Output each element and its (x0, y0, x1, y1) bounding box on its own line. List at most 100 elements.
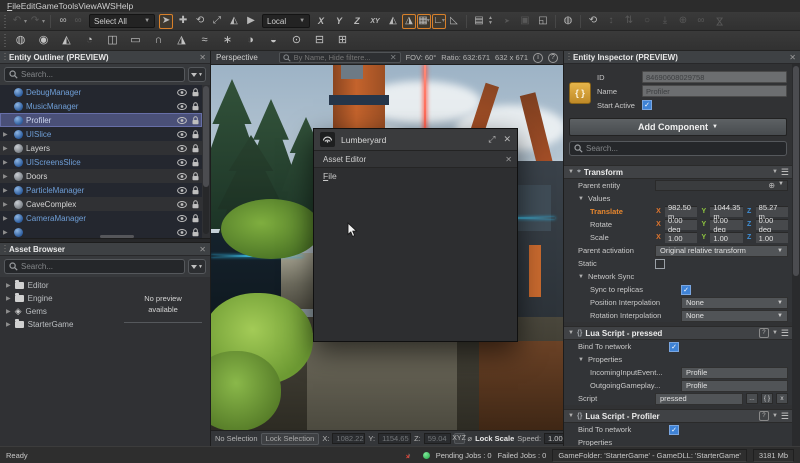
component-menu-icon[interactable]: ☰ (781, 167, 788, 178)
ruler-icon[interactable]: ◺ (447, 14, 461, 29)
panel-grip[interactable] (4, 245, 6, 254)
mannequin-editor-icon[interactable]: ◔ (81, 33, 98, 48)
entity-row[interactable]: ▶ Profiler (0, 113, 202, 127)
select-tool-icon[interactable]: ➤ (159, 14, 173, 29)
rotation-interpolation-dropdown[interactable]: None▼ (681, 310, 788, 322)
asset-filter-button[interactable]: ▼ (188, 259, 206, 274)
menu-item[interactable]: Game (35, 1, 58, 11)
visibility-eye-icon[interactable] (177, 131, 187, 138)
collapse-icon[interactable]: ▼ (568, 330, 574, 336)
expand-icon[interactable]: ▶ (3, 173, 8, 180)
picker-icon[interactable]: ⊕ (768, 181, 775, 190)
simulate-icon[interactable]: ⋈ (711, 14, 726, 28)
start-active-checkbox[interactable]: ✓ (642, 100, 652, 110)
drop-object-icon[interactable]: ⤓ (658, 14, 672, 29)
toolbar-grip[interactable] (4, 34, 6, 47)
lock-selection-button[interactable]: Lock Selection (261, 433, 320, 445)
asset-folder-row[interactable]: ▶ ◈ Engine (0, 292, 116, 305)
visibility-eye-icon[interactable] (177, 103, 187, 110)
entity-row[interactable]: ▶ Doors (0, 169, 202, 183)
constrain-y-icon[interactable]: Y (332, 14, 346, 29)
menu-item[interactable]: AWS (97, 1, 116, 11)
chevron-down-icon[interactable]: ▼ (772, 413, 778, 419)
outliner-vertical-scrollbar[interactable] (203, 86, 209, 234)
scale-y-field[interactable]: 1.00 (710, 232, 742, 243)
component-help-icon[interactable]: ? (759, 328, 769, 338)
lock-icon[interactable] (192, 200, 199, 209)
rotate-y-field[interactable]: 0.00 deg (710, 219, 742, 230)
bind-to-network-checkbox[interactable]: ✓ (669, 425, 679, 435)
select-all-dropdown[interactable]: Select All ▼ (89, 14, 155, 28)
constrain-xy-icon[interactable]: XY (368, 14, 382, 29)
expand-icon[interactable]: ▶ (3, 229, 8, 236)
sun-trajectory-icon[interactable]: ◒ (265, 33, 282, 48)
visibility-eye-icon[interactable] (177, 187, 187, 194)
lock-icon[interactable]: ⌀ (468, 434, 473, 443)
expand-icon[interactable]: ▶ (6, 282, 11, 289)
audio-muted-icon[interactable]: ♪ (407, 451, 417, 460)
save-snapshot-icon[interactable]: ▣ (518, 14, 532, 29)
collapse-icon[interactable]: ▼ (568, 413, 574, 419)
visibility-eye-icon[interactable] (177, 117, 187, 124)
panel-grip[interactable] (568, 53, 570, 62)
lock-icon[interactable] (192, 186, 199, 195)
snap-to-terrain-icon[interactable]: ◮ (402, 14, 416, 29)
substance-editor-icon[interactable]: ◉ (35, 33, 52, 48)
component-search-input[interactable] (569, 141, 787, 156)
close-icon[interactable]: ✕ (199, 53, 206, 62)
lock-icon[interactable] (192, 88, 199, 97)
select-terrain-icon[interactable]: ◭ (227, 14, 241, 29)
close-icon[interactable]: ✕ (505, 155, 512, 164)
visibility-eye-icon[interactable] (177, 201, 187, 208)
inspector-vertical-scrollbar[interactable] (792, 64, 800, 446)
outliner-search-input[interactable] (4, 67, 185, 82)
visibility-eye-icon[interactable] (177, 215, 187, 222)
y-coordinate-field[interactable]: 1154.65 (378, 433, 411, 444)
collapse-icon[interactable]: ▼ (568, 169, 574, 175)
asset-processor-status-icon[interactable] (423, 452, 430, 459)
entity-name-field[interactable]: Profiler (642, 85, 787, 97)
angle-snap-icon[interactable]: ∟▾ (432, 14, 446, 29)
entity-row[interactable]: ▶ CaveComplex (0, 197, 202, 211)
edit-script-button[interactable]: { } (761, 393, 773, 404)
lock-icon[interactable] (192, 172, 199, 181)
visibility-eye-icon[interactable] (177, 173, 187, 180)
parent-entity-field[interactable]: ⊕▼ (655, 180, 788, 191)
close-window-icon[interactable]: ✕ (503, 134, 511, 145)
component-help-icon[interactable]: ? (759, 411, 769, 421)
switch-to-game-icon[interactable]: ▶ (244, 14, 258, 29)
lock-icon[interactable] (192, 228, 199, 237)
window-title-bar[interactable]: Lumberyard ⤢ ✕ (314, 129, 517, 151)
expand-icon[interactable]: ▶ (6, 308, 11, 315)
expand-icon[interactable]: ▶ (3, 187, 8, 194)
x-coordinate-field[interactable]: 1082.22 (332, 433, 365, 444)
info-icon[interactable]: i (533, 53, 543, 63)
rotate-x-field[interactable]: 0.00 deg (665, 219, 697, 230)
coordinate-space-dropdown[interactable]: Local ▼ (262, 14, 310, 28)
script-field[interactable]: pressed (655, 393, 743, 405)
entity-row[interactable]: ▶ MusicManager (0, 99, 202, 113)
selection-mask-stepper[interactable]: ▲▼ (488, 16, 493, 26)
outliner-horizontal-scrollbar[interactable] (100, 235, 134, 238)
constrain-x-icon[interactable]: X (314, 14, 328, 29)
move-vertical-icon[interactable]: ↕ (604, 14, 618, 29)
link-selected-icon[interactable]: ∞ (56, 14, 70, 29)
scale-tool-icon[interactable]: ⤢ (210, 14, 224, 29)
outgoing-gameplay-field[interactable]: Profile (681, 380, 788, 392)
expand-icon[interactable]: ▶ (3, 145, 8, 152)
file-menu-item[interactable]: File (323, 171, 337, 181)
asset-search-input[interactable] (4, 259, 185, 274)
undo-dropdown-icon[interactable]: ▾ (24, 18, 27, 25)
menu-item[interactable]: View (78, 1, 96, 11)
help-icon[interactable]: ? (548, 53, 558, 63)
selection-mask-icon[interactable]: ▤ (472, 14, 486, 29)
outliner-filter-button[interactable]: ▼ (188, 67, 206, 82)
chevron-down-icon[interactable]: ▼ (772, 169, 778, 175)
z-coordinate-field[interactable]: 59.04 (424, 433, 451, 444)
asset-folder-row[interactable]: ▶ ◈ Editor (0, 279, 116, 292)
xyz-toggle[interactable]: XYZ (454, 433, 465, 444)
collapse-icon[interactable]: ▼ (578, 196, 585, 202)
grid-snap-icon[interactable]: ▦▾ (417, 14, 431, 29)
entity-row[interactable]: ▶ CameraManager (0, 211, 202, 225)
scale-x-field[interactable]: 1.00 (665, 232, 697, 243)
